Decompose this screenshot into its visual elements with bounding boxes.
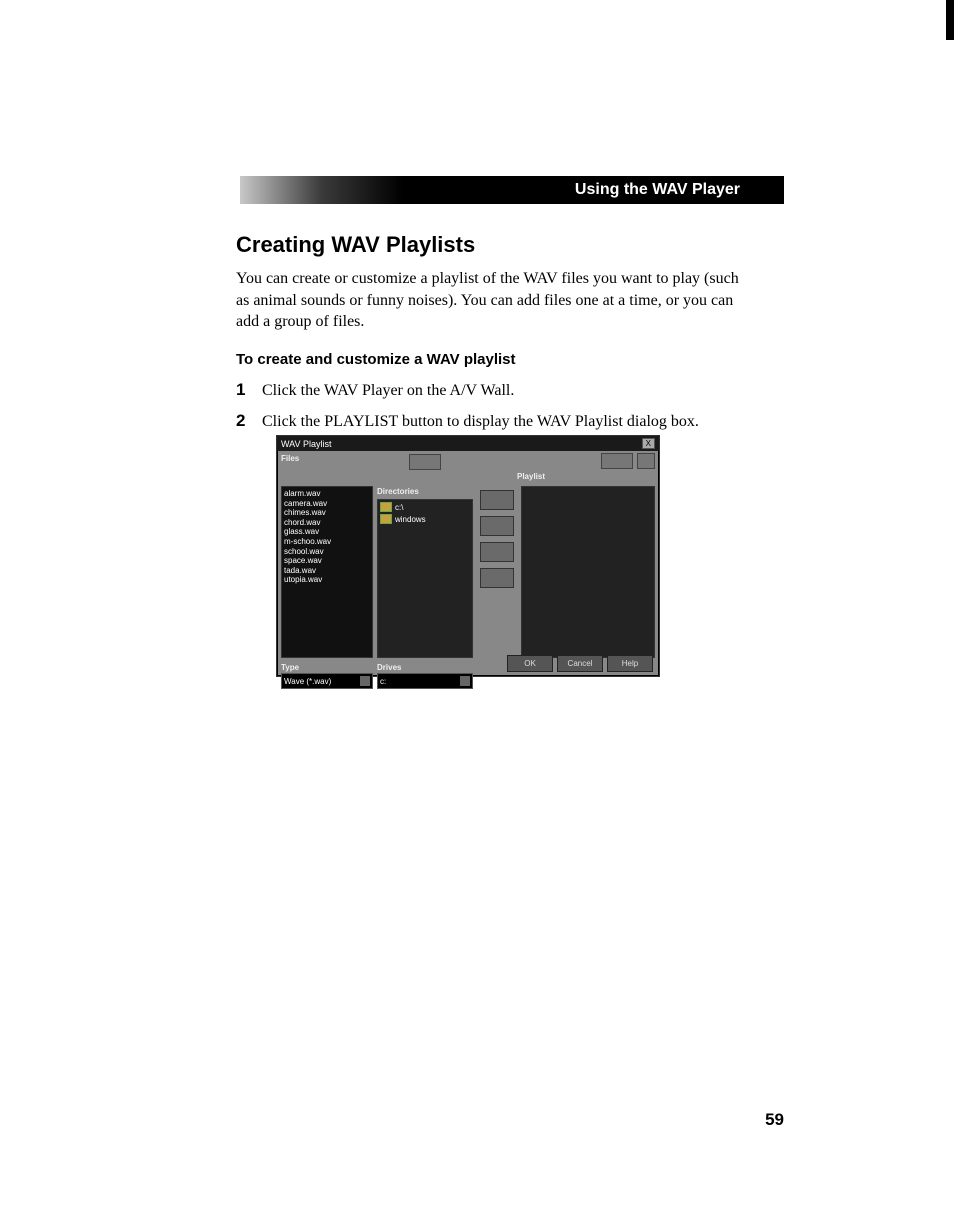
toolbar-button[interactable] <box>637 453 655 469</box>
section-heading: Creating WAV Playlists <box>236 232 756 258</box>
files-label: Files <box>281 453 373 471</box>
playlist-label: Playlist <box>517 471 545 482</box>
step-text: Click the PLAYLIST button to display the… <box>262 411 699 433</box>
list-item[interactable]: m-schoo.wav <box>284 537 370 547</box>
section-subheading: To create and customize a WAV playlist <box>236 351 756 368</box>
help-button[interactable]: Help <box>607 655 653 672</box>
step-number: 1 <box>236 380 262 400</box>
cancel-button[interactable]: Cancel <box>557 655 603 672</box>
chapter-header-text: Using the WAV Player <box>575 181 740 199</box>
list-item[interactable]: space.wav <box>284 556 370 566</box>
playlist-listbox[interactable] <box>521 486 655 658</box>
list-item[interactable]: school.wav <box>284 547 370 557</box>
page-number: 59 <box>765 1110 784 1130</box>
step-number: 2 <box>236 411 262 431</box>
steps-list: 1 Click the WAV Player on the A/V Wall. … <box>236 380 756 433</box>
folder-label: windows <box>395 515 426 524</box>
type-value: Wave (*.wav) <box>284 677 331 686</box>
dialog-close-button[interactable]: X <box>642 438 655 449</box>
step-text: Click the WAV Player on the A/V Wall. <box>262 380 514 402</box>
folder-label: c:\ <box>395 503 403 512</box>
page-edge-tab <box>946 0 954 40</box>
drives-value: c: <box>380 677 386 686</box>
drives-select[interactable]: c: <box>377 673 473 689</box>
list-item[interactable]: camera.wav <box>284 499 370 509</box>
add-all-button[interactable] <box>480 516 514 536</box>
chevron-down-icon <box>460 676 470 686</box>
step-item: 1 Click the WAV Player on the A/V Wall. <box>236 380 756 402</box>
list-item[interactable]: tada.wav <box>284 566 370 576</box>
type-select[interactable]: Wave (*.wav) <box>281 673 373 689</box>
remove-button[interactable] <box>480 542 514 562</box>
ok-button[interactable]: OK <box>507 655 553 672</box>
directories-label: Directories <box>377 486 473 497</box>
clear-button[interactable] <box>480 568 514 588</box>
toolbar-button[interactable] <box>409 454 441 470</box>
files-listbox[interactable]: alarm.wav camera.wav chimes.wav chord.wa… <box>281 486 373 658</box>
folder-item[interactable]: c:\ <box>380 502 470 512</box>
dialog-titlebar: WAV Playlist X <box>277 436 659 451</box>
directories-listbox[interactable]: c:\ windows <box>377 499 473 658</box>
drives-label: Drives <box>377 662 473 673</box>
dialog-title: WAV Playlist <box>281 439 332 449</box>
list-item[interactable]: chord.wav <box>284 518 370 528</box>
toolbar-button[interactable] <box>601 453 633 469</box>
list-item[interactable]: utopia.wav <box>284 575 370 585</box>
chevron-down-icon <box>360 676 370 686</box>
list-item[interactable]: glass.wav <box>284 527 370 537</box>
type-label: Type <box>281 662 373 673</box>
add-button[interactable] <box>480 490 514 510</box>
list-item[interactable]: alarm.wav <box>284 489 370 499</box>
folder-icon <box>380 502 392 512</box>
folder-icon <box>380 514 392 524</box>
step-item: 2 Click the PLAYLIST button to display t… <box>236 411 756 433</box>
section-intro: You can create or customize a playlist o… <box>236 268 756 333</box>
list-item[interactable]: chimes.wav <box>284 508 370 518</box>
chapter-header: Using the WAV Player <box>240 176 784 204</box>
folder-item[interactable]: windows <box>380 514 470 524</box>
wav-playlist-dialog: WAV Playlist X Files Playlist <box>276 435 660 677</box>
